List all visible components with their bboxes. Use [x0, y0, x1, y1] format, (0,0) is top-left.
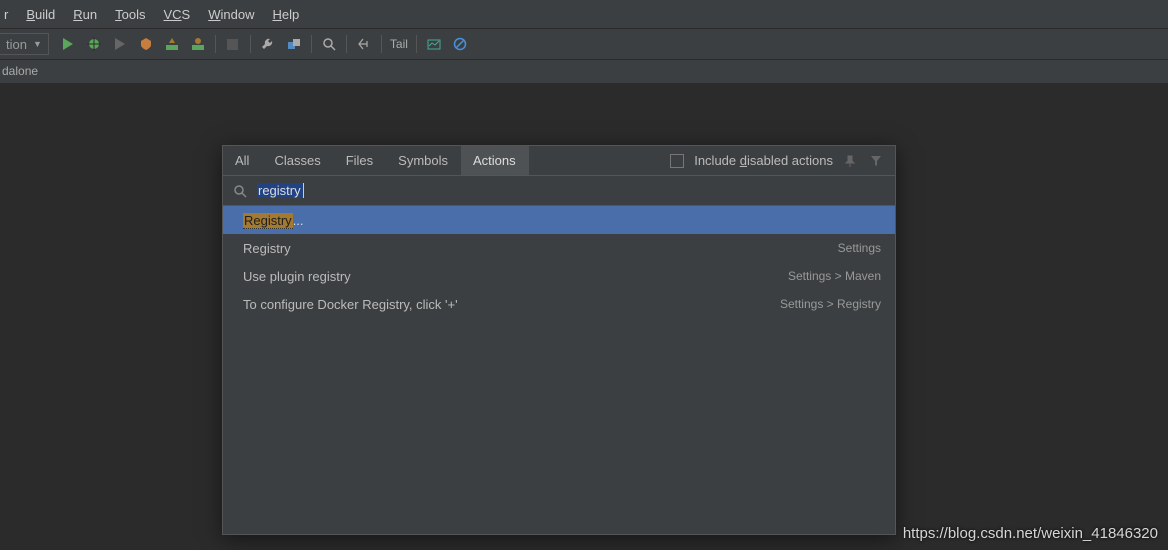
tail-button[interactable]: Tail	[390, 37, 408, 51]
popup-header: All Classes Files Symbols Actions Includ…	[223, 146, 895, 176]
wrench-icon[interactable]	[255, 32, 281, 56]
block-icon[interactable]	[447, 32, 473, 56]
toolbar-separator	[250, 35, 251, 53]
result-row[interactable]: Registry...	[223, 206, 895, 234]
result-label: Registry...	[243, 213, 304, 228]
tab-files[interactable]: Files	[334, 146, 386, 175]
result-row[interactable]: Registry Settings	[223, 234, 895, 262]
menu-item-1[interactable]: r	[4, 7, 8, 22]
search-icon[interactable]	[316, 32, 342, 56]
popup-tabs: All Classes Files Symbols Actions	[223, 146, 529, 175]
include-disabled-label: Include disabled actions	[694, 153, 833, 168]
toolbar-separator	[311, 35, 312, 53]
result-label: To configure Docker Registry, click '+'	[243, 297, 458, 312]
tab-actions[interactable]: Actions	[461, 146, 529, 175]
search-icon	[233, 184, 247, 198]
result-row[interactable]: To configure Docker Registry, click '+' …	[223, 290, 895, 318]
menu-item-build[interactable]: Build	[26, 7, 55, 22]
result-label: Registry	[243, 241, 291, 256]
run-button[interactable]	[55, 32, 81, 56]
tab-classes[interactable]: Classes	[262, 146, 333, 175]
result-label: Use plugin registry	[243, 269, 351, 284]
menu-item-tools[interactable]: Tools	[115, 7, 145, 22]
jrebel-debug-button[interactable]	[185, 32, 211, 56]
toolbar: tion ▼ Tail	[0, 28, 1168, 60]
stop-button[interactable]	[220, 32, 246, 56]
menubar: r Build Run Tools VCS Window Help	[0, 0, 1168, 28]
menu-item-window[interactable]: Window	[208, 7, 254, 22]
pin-icon[interactable]	[843, 154, 859, 168]
results-list: Registry... Registry Settings Use plugin…	[223, 206, 895, 534]
menu-item-run[interactable]: Run	[73, 7, 97, 22]
back-icon[interactable]	[351, 32, 377, 56]
run-config-selector[interactable]: tion ▼	[0, 33, 49, 55]
jrebel-run-button[interactable]	[159, 32, 185, 56]
search-input[interactable]: registry	[257, 183, 304, 198]
monitor-icon[interactable]	[421, 32, 447, 56]
menu-item-help[interactable]: Help	[272, 7, 299, 22]
project-structure-icon[interactable]	[281, 32, 307, 56]
result-row[interactable]: Use plugin registry Settings > Maven	[223, 262, 895, 290]
include-disabled-checkbox[interactable]	[670, 154, 684, 168]
search-input-row: registry	[223, 176, 895, 206]
result-location: Settings	[838, 241, 881, 255]
result-location: Settings > Registry	[780, 297, 881, 311]
breadcrumb: dalone	[0, 60, 1168, 84]
debug-button[interactable]	[81, 32, 107, 56]
run-dim-button[interactable]	[107, 32, 133, 56]
filter-icon[interactable]	[869, 154, 885, 168]
coverage-button[interactable]	[133, 32, 159, 56]
tab-all[interactable]: All	[223, 146, 262, 175]
run-config-label: tion	[6, 37, 27, 52]
result-location: Settings > Maven	[788, 269, 881, 283]
toolbar-separator	[381, 35, 382, 53]
toolbar-separator	[346, 35, 347, 53]
tab-symbols[interactable]: Symbols	[386, 146, 461, 175]
search-everywhere-popup: All Classes Files Symbols Actions Includ…	[222, 145, 896, 535]
toolbar-separator	[416, 35, 417, 53]
menu-item-vcs[interactable]: VCS	[163, 7, 190, 22]
popup-header-right: Include disabled actions	[670, 153, 895, 168]
toolbar-separator	[215, 35, 216, 53]
watermark: https://blog.csdn.net/weixin_41846320	[903, 525, 1158, 542]
chevron-down-icon: ▼	[33, 39, 42, 49]
